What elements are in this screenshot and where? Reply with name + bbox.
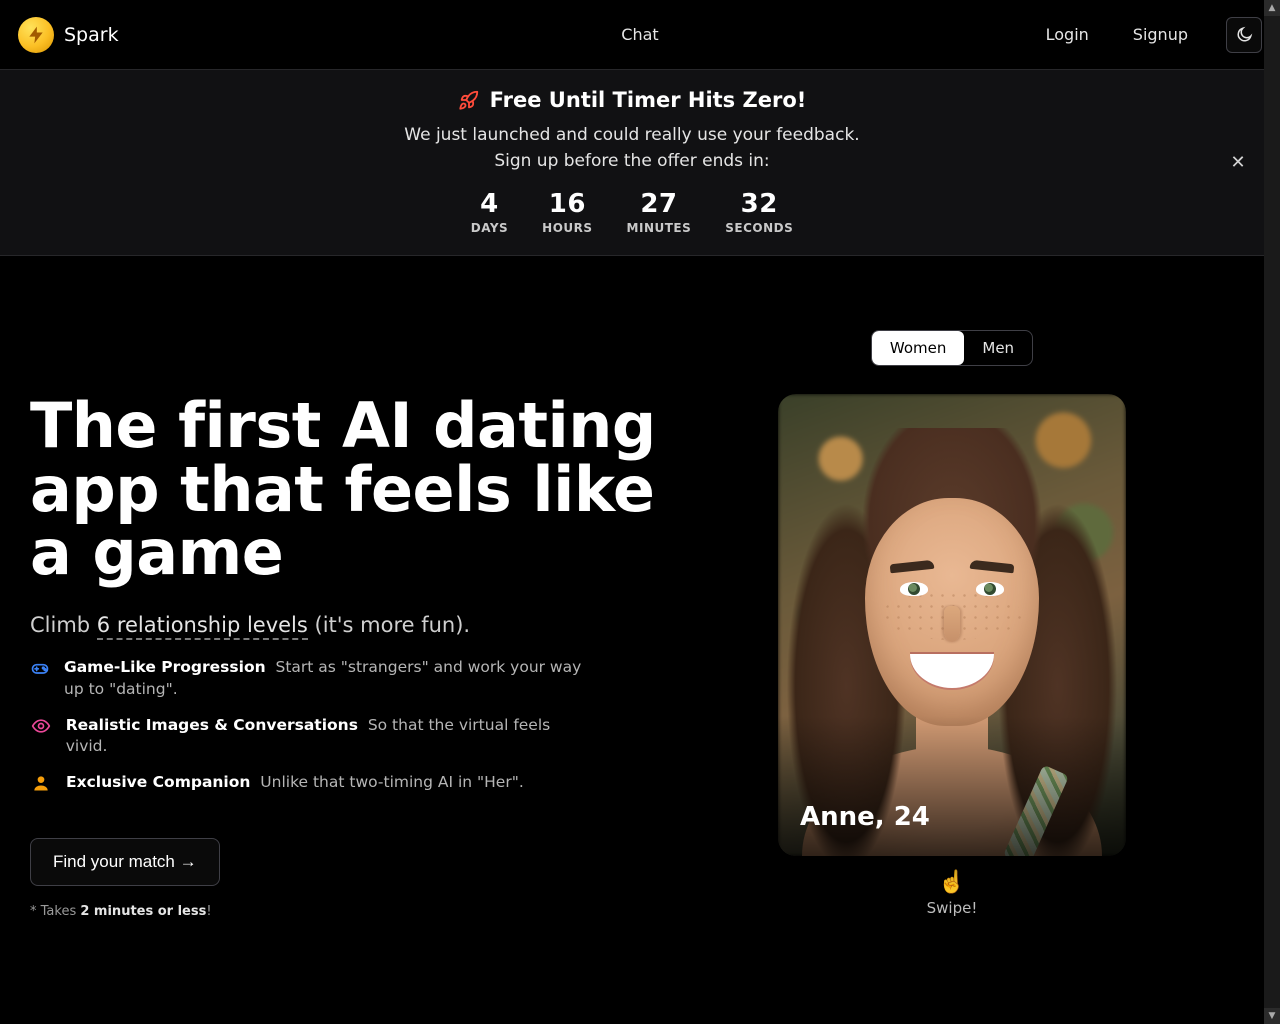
countdown-minutes-label: MINUTES xyxy=(627,221,692,235)
person-icon xyxy=(30,772,52,793)
eye-icon xyxy=(30,715,52,736)
countdown-days-label: DAYS xyxy=(471,221,508,235)
brand-name: Spark xyxy=(64,24,119,46)
countdown-seconds-label: SECONDS xyxy=(725,221,793,235)
countdown-hours-label: HOURS xyxy=(542,221,592,235)
cta-footnote: * Takes 2 minutes or less! xyxy=(30,904,670,919)
banner-heading: Free Until Timer Hits Zero! xyxy=(490,88,807,112)
countdown-days-value: 4 xyxy=(471,189,508,219)
swipe-label: Swipe! xyxy=(927,899,978,917)
swipe-hint: ☝️ Swipe! xyxy=(927,870,978,917)
countdown-hours: 16 HOURS xyxy=(542,189,592,235)
gender-toggle: Women Men xyxy=(871,330,1033,366)
feature-title: Realistic Images & Conversations xyxy=(66,716,358,734)
countdown-seconds-value: 32 xyxy=(725,189,793,219)
gamepad-icon xyxy=(30,657,50,678)
banner-line1: We just launched and could really use yo… xyxy=(0,122,1264,148)
relationship-levels-link[interactable]: 6 relationship levels xyxy=(97,613,308,640)
feature-title: Game-Like Progression xyxy=(64,658,266,676)
moon-icon xyxy=(1235,26,1253,44)
profile-caption: Anne, 24 xyxy=(800,802,930,832)
countdown-hours-value: 16 xyxy=(542,189,592,219)
promo-banner: Free Until Timer Hits Zero! We just laun… xyxy=(0,69,1264,256)
close-icon: ✕ xyxy=(1230,152,1245,173)
cta-footnote-bold: 2 minutes or less xyxy=(80,904,206,919)
brand[interactable]: Spark xyxy=(18,17,119,53)
countdown-seconds: 32 SECONDS xyxy=(725,189,793,235)
subheadline-prefix: Climb xyxy=(30,613,97,637)
headline: The first AI dating app that feels like … xyxy=(30,394,670,586)
cta-footnote-prefix: * Takes xyxy=(30,904,80,919)
feature-exclusive: Exclusive Companion Unlike that two-timi… xyxy=(30,772,590,794)
countdown-minutes-value: 27 xyxy=(627,189,692,219)
nav-chat[interactable]: Chat xyxy=(621,25,658,44)
subheadline-suffix: (it's more fun). xyxy=(308,613,470,637)
countdown: 4 DAYS 16 HOURS 27 MINUTES 32 SECONDS xyxy=(0,189,1264,235)
banner-close-button[interactable]: ✕ xyxy=(1226,150,1250,174)
theme-toggle-button[interactable] xyxy=(1226,17,1262,53)
rocket-icon xyxy=(458,89,480,111)
profile-card[interactable]: Anne, 24 xyxy=(778,394,1126,856)
pointer-icon: ☝️ xyxy=(927,870,978,895)
scroll-down-icon[interactable]: ▼ xyxy=(1264,1008,1280,1024)
cta-label: Find your match → xyxy=(53,852,197,872)
scrollbar[interactable]: ▲ ▼ xyxy=(1264,0,1280,1024)
feature-title: Exclusive Companion xyxy=(66,773,250,791)
feature-desc: Unlike that two-timing AI in "Her". xyxy=(260,773,523,791)
find-match-button[interactable]: Find your match → xyxy=(30,838,220,886)
countdown-minutes: 27 MINUTES xyxy=(627,189,692,235)
lightning-icon xyxy=(18,17,54,53)
banner-line2: Sign up before the offer ends in: xyxy=(0,148,1264,174)
feature-realistic: Realistic Images & Conversations So that… xyxy=(30,715,590,758)
cta-footnote-suffix: ! xyxy=(206,904,211,919)
nav-signup[interactable]: Signup xyxy=(1133,25,1188,44)
subheadline: Climb 6 relationship levels (it's more f… xyxy=(30,613,670,637)
nav-login[interactable]: Login xyxy=(1046,25,1089,44)
countdown-days: 4 DAYS xyxy=(471,189,508,235)
gender-toggle-women[interactable]: Women xyxy=(872,331,964,365)
gender-toggle-men[interactable]: Men xyxy=(964,331,1032,365)
feature-progression: Game-Like Progression Start as "stranger… xyxy=(30,657,590,700)
